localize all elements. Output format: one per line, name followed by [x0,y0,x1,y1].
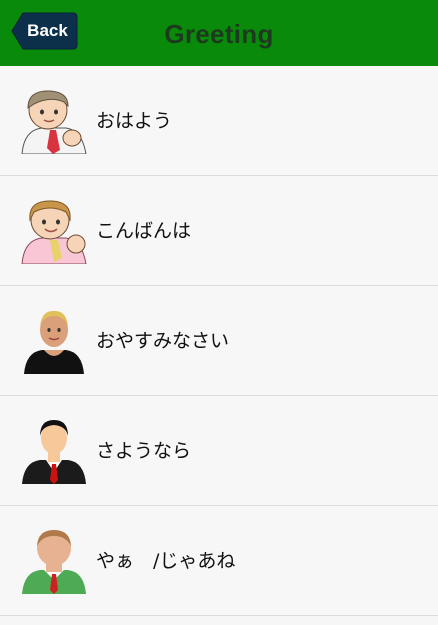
person-icon [22,530,86,594]
page-title: Greeting [164,19,274,49]
list-item[interactable]: おはよう [0,66,438,176]
list-item-label: おやすみなさい [96,330,230,352]
person-icon [22,420,86,484]
list-item[interactable]: やぁ /じゃあね [0,506,438,616]
list-item-label: おはよう [96,110,173,132]
list-item-label: やぁ /じゃあね [96,550,236,572]
list-item[interactable]: こんばんは [0,176,438,286]
list-item[interactable]: さようなら [0,396,438,506]
person-icon [24,310,84,374]
list-item-label: こんばんは [96,220,192,242]
person-icon [21,200,87,264]
app-header: Back Greeting [0,0,438,66]
greeting-list: おはよう こんばんは おやすみなさい さようなら やぁ /じゃあね [0,66,438,616]
list-item[interactable]: おやすみなさい [0,286,438,396]
list-item-label: さようなら [96,440,192,462]
person-icon [21,90,87,154]
